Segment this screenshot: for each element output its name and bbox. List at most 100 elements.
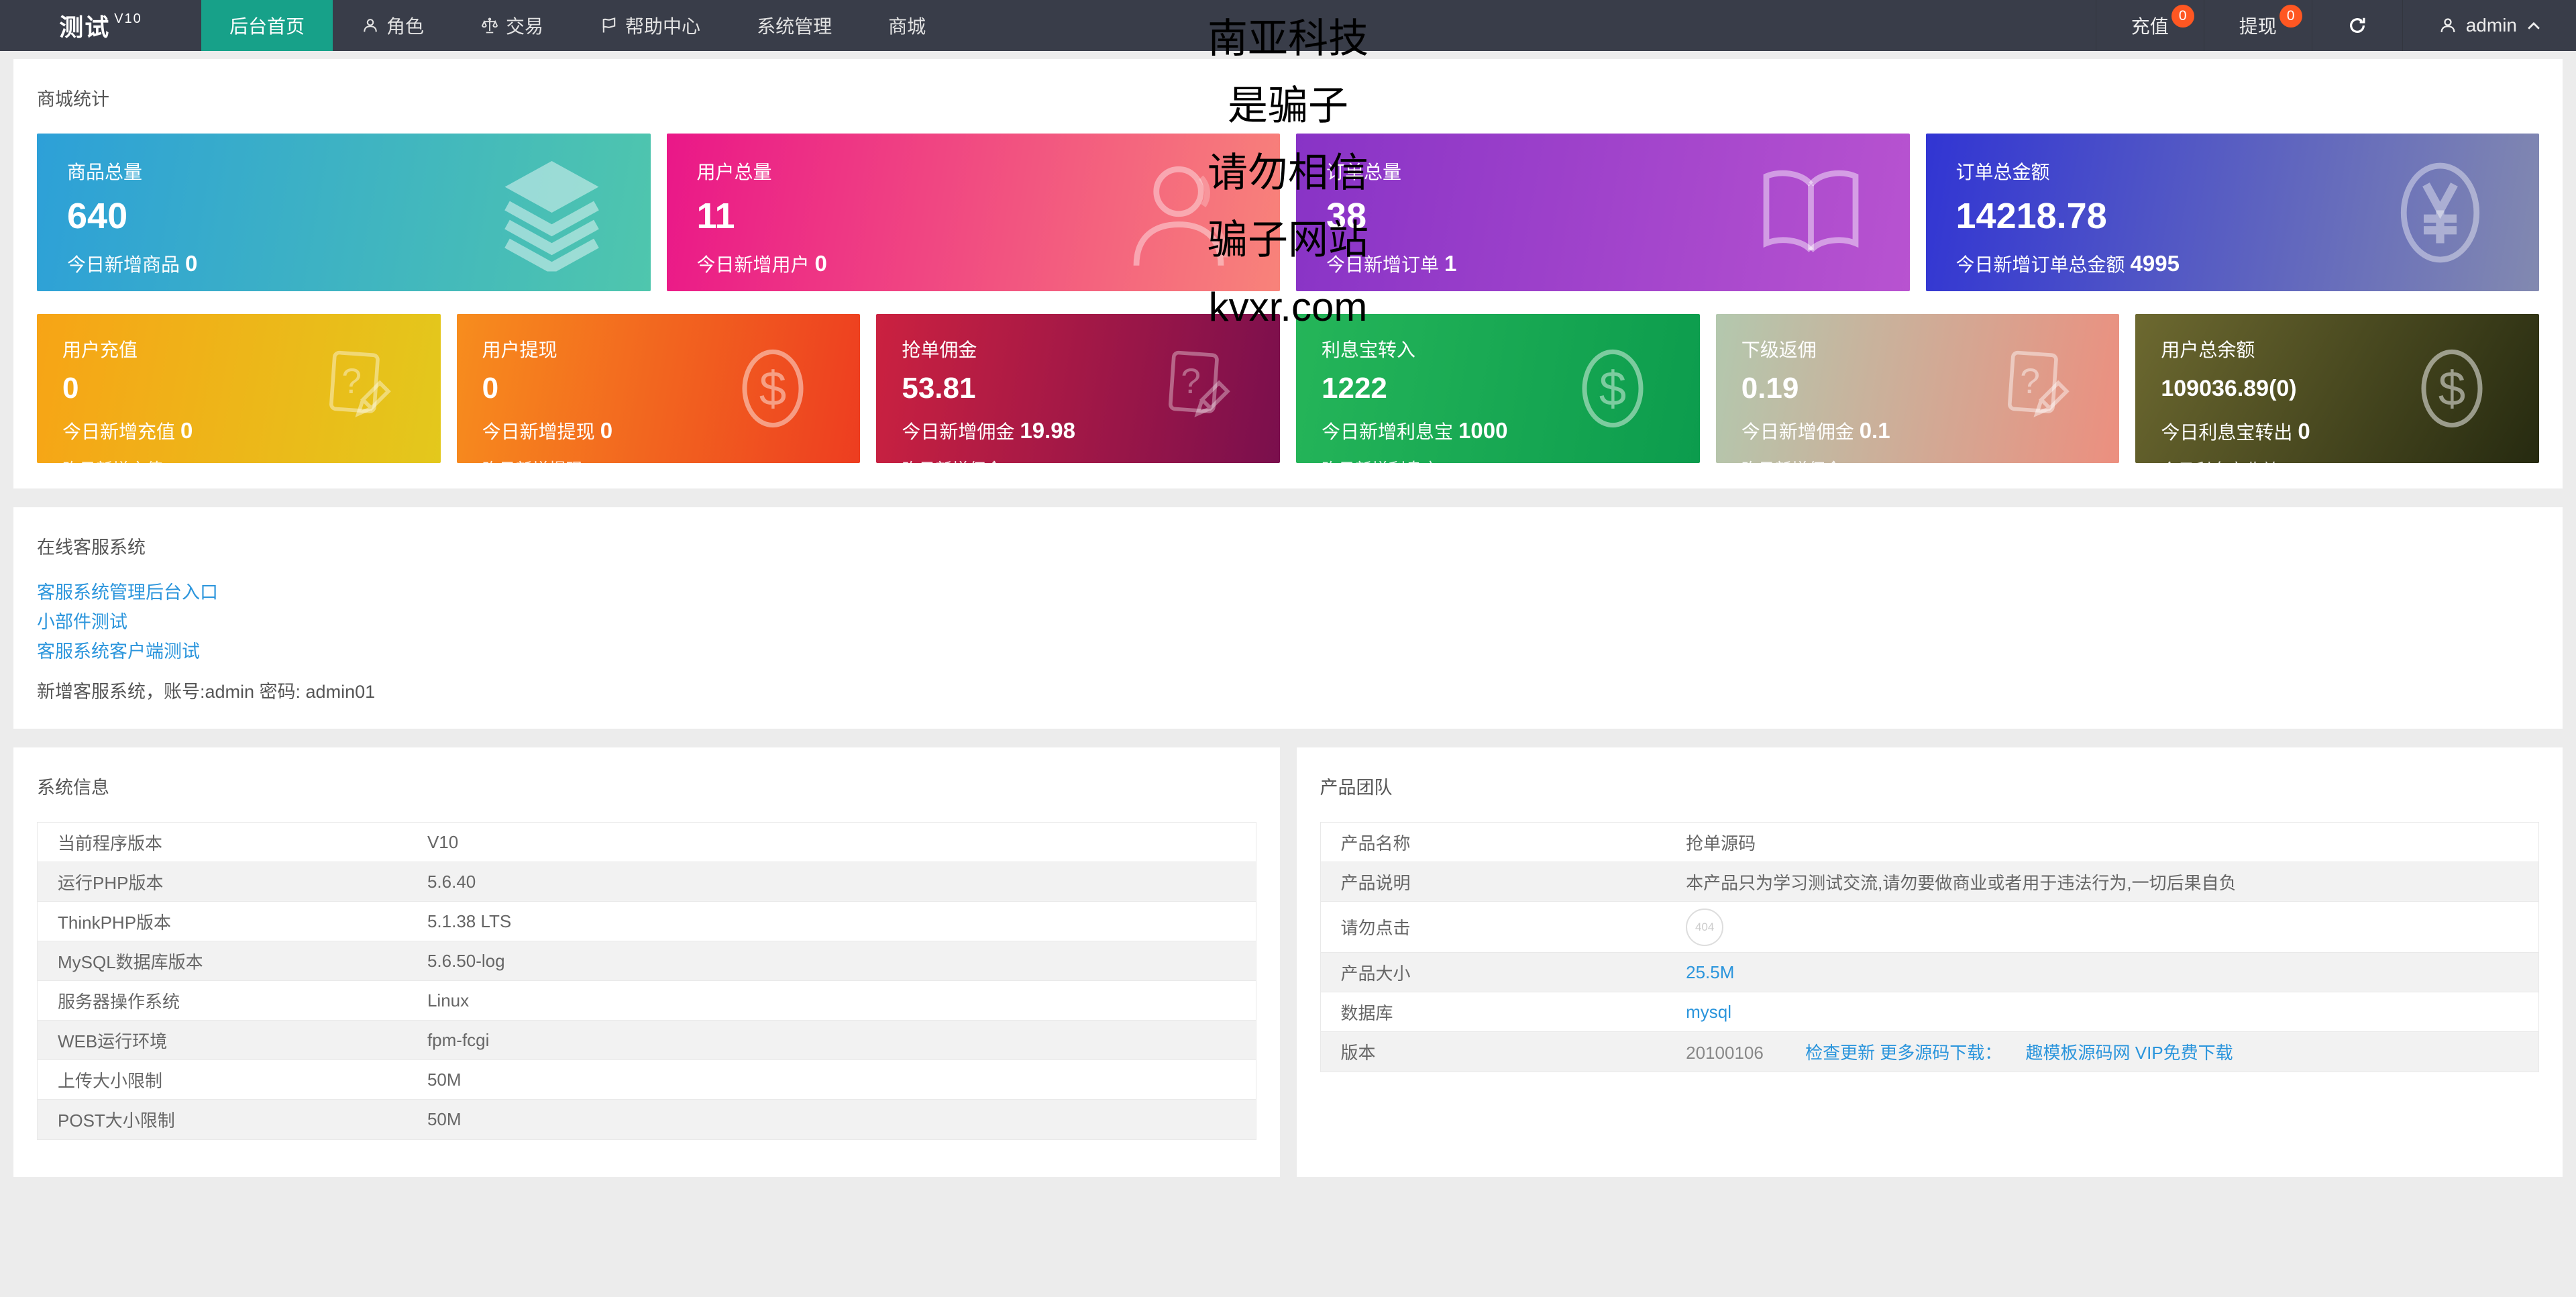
row-label: 版本 bbox=[1340, 1043, 1376, 1063]
stat-yesterday-line: 昨日新增提现 0 bbox=[482, 456, 835, 463]
stat-line-label: 昨日新增充值 bbox=[62, 460, 163, 463]
row-value: 404 bbox=[1686, 908, 2538, 946]
nav-item-roles[interactable]: 角色 bbox=[333, 0, 452, 51]
stat-line-value: 17.98 bbox=[1008, 460, 1050, 463]
person-icon bbox=[364, 19, 377, 32]
product-team-table: 产品名称 抢单源码 产品说明 本产品只为学习测试交流,请勿要做商业或者用于违法行… bbox=[1320, 822, 2539, 1072]
row-label: MySQL数据库版本 bbox=[58, 951, 203, 972]
svg-text:$: $ bbox=[1599, 362, 1625, 416]
top-navbar: 测试 V10 后台首页 角色 交易 帮助中心 系统管理 商城 充值 0 提现 0… bbox=[0, 0, 2576, 51]
dollar-icon: $ bbox=[2421, 349, 2483, 428]
withdraw-button[interactable]: 提现 0 bbox=[2203, 0, 2312, 51]
withdraw-label: 提现 bbox=[2239, 16, 2277, 37]
system-info-panel: 系统信息 当前程序版本 V10 运行PHP版本 5.6.40 ThinkPHP版本 5… bbox=[13, 747, 1280, 1177]
recharge-label: 充值 bbox=[2131, 16, 2169, 37]
stat-line-value: 1 bbox=[1444, 251, 1457, 276]
stats-row-2: 用户充值 0 今日新增充值0 昨日新增充值0 ? 用户提现 0 今日新增提现0 … bbox=[37, 314, 2540, 463]
mall-stats-panel: 商城统计 商品总量 640 今日新增商品0 昨日新增商品0 用户总量 11 今日… bbox=[13, 59, 2563, 488]
layers-icon bbox=[504, 160, 599, 271]
username: admin bbox=[2465, 15, 2517, 36]
user-menu[interactable]: admin bbox=[2402, 0, 2576, 51]
stat-line-label: 昨日新增佣金 bbox=[902, 460, 1002, 463]
stat-card-users-total: 用户总量 11 今日新增用户0 昨日新增用户0 bbox=[666, 134, 1280, 291]
table-row: WEB运行环境 fpm-fcgi bbox=[38, 1021, 1256, 1060]
table-row: 服务器操作系统 Linux bbox=[38, 981, 1256, 1021]
stat-line-label: 今日新增佣金 bbox=[902, 421, 1015, 442]
nav-item-help-center[interactable]: 帮助中心 bbox=[572, 0, 729, 51]
stat-card-orders-total: 订单总量 38 今日新增订单1 昨日新增订单2 bbox=[1296, 134, 1910, 291]
service-admin-entry-link[interactable]: 客服系统管理后台入口 bbox=[37, 578, 218, 607]
row-value: V10 bbox=[427, 831, 459, 852]
source-site-link[interactable]: 趣模板源码网 VIP免费下载 bbox=[2026, 1043, 2233, 1063]
refresh-icon bbox=[2349, 17, 2365, 33]
stat-line-value: 0 bbox=[588, 460, 598, 463]
system-info-table: 当前程序版本 V10 运行PHP版本 5.6.40 ThinkPHP版本 5.1.38… bbox=[37, 822, 1256, 1140]
stat-line-value: 1000 bbox=[1458, 418, 1508, 443]
table-row: ThinkPHP版本 5.1.38 LTS bbox=[38, 902, 1256, 941]
nav-item-dashboard[interactable]: 后台首页 bbox=[201, 0, 333, 51]
stat-line-value: 0 bbox=[2284, 461, 2293, 463]
row-value: 5.6.50-log bbox=[427, 950, 505, 971]
table-row: 请勿点击 404 bbox=[1320, 902, 2538, 953]
stat-line-label: 今日新增充值 bbox=[62, 421, 176, 442]
row-label: 服务器操作系统 bbox=[58, 991, 180, 1012]
broken-image-icon[interactable]: 404 bbox=[1686, 908, 1724, 946]
dollar-icon: $ bbox=[1582, 349, 1644, 428]
stat-yesterday-line: 昨日新增订单总金额4495 bbox=[1956, 289, 2510, 291]
product-size-link[interactable]: 25.5M bbox=[1686, 962, 2538, 983]
row-value: 50M bbox=[427, 1109, 462, 1129]
svg-text:$: $ bbox=[2438, 362, 2465, 416]
stat-card-order-commission: 抢单佣金 53.81 今日新增佣金19.98 昨日新增佣金17.98 ? bbox=[876, 314, 1281, 463]
nav-item-label: 商城 bbox=[888, 16, 926, 37]
nav-item-system-management[interactable]: 系统管理 bbox=[729, 0, 860, 51]
stat-line-value: 0 bbox=[600, 418, 613, 443]
database-link[interactable]: mysql bbox=[1686, 1002, 2538, 1023]
svg-text:?: ? bbox=[341, 362, 362, 401]
stat-card-user-recharge: 用户充值 0 今日新增充值0 昨日新增充值0 ? bbox=[37, 314, 441, 463]
row-value: 20100106 检查更新 更多源码下载： 趣模板源码网 VIP免费下载 bbox=[1686, 1039, 2538, 1064]
check-update-link[interactable]: 检查更新 更多源码下载： bbox=[1805, 1043, 2002, 1063]
app-logo-text: 测试 bbox=[59, 13, 111, 41]
stat-line-label: 昨日新增提现 bbox=[482, 460, 583, 463]
row-label: ThinkPHP版本 bbox=[58, 912, 172, 933]
doc-edit-icon: ? bbox=[2008, 350, 2070, 417]
doc-edit-icon: ? bbox=[329, 350, 391, 417]
stat-yesterday-line: 昨日新增商品0 bbox=[67, 289, 621, 291]
person-icon bbox=[2440, 18, 2455, 33]
service-client-test-link[interactable]: 客服系统客户端测试 bbox=[37, 637, 200, 666]
stat-line-value: 4995 bbox=[2130, 251, 2180, 276]
row-label: 运行PHP版本 bbox=[58, 872, 164, 893]
doc-edit-icon: ? bbox=[1169, 350, 1230, 417]
stat-card-user-withdraw: 用户提现 0 今日新增提现0 昨日新增提现0 $ bbox=[456, 314, 861, 463]
stat-yesterday-line: 昨日新增订单2 bbox=[1326, 289, 1880, 291]
table-row: 数据库 mysql bbox=[1320, 992, 2538, 1032]
user-icon bbox=[1133, 166, 1229, 266]
stat-line-value: 0 bbox=[814, 251, 827, 276]
stat-yesterday-line: 昨日新增充值 0 bbox=[62, 456, 415, 463]
nav-item-mall[interactable]: 商城 bbox=[860, 0, 954, 51]
row-value: fpm-fcgi bbox=[427, 1029, 490, 1050]
table-row: 产品名称 抢单源码 bbox=[1320, 823, 2538, 862]
caret-up-icon bbox=[2528, 21, 2540, 30]
refresh-button[interactable] bbox=[2311, 0, 2402, 51]
stat-card-order-amount-total: 订单总金额 14218.78 今日新增订单总金额4995 昨日新增订单总金额44… bbox=[1925, 134, 2539, 291]
row-value: 5.1.38 LTS bbox=[427, 911, 512, 931]
table-row: 产品大小 25.5M bbox=[1320, 953, 2538, 992]
row-label: POST大小限制 bbox=[58, 1110, 175, 1131]
stat-line-value: 0 bbox=[180, 418, 193, 443]
table-row: MySQL数据库版本 5.6.50-log bbox=[38, 941, 1256, 981]
row-label: 数据库 bbox=[1340, 1002, 1393, 1023]
service-credentials-note: 新增客服系统，账号:admin 密码: admin01 bbox=[37, 682, 376, 702]
row-value: Linux bbox=[427, 990, 470, 1010]
stat-card-referral-commission: 下级返佣 0.19 今日新增佣金0.1 昨日新增佣金0.09 ? bbox=[1715, 314, 2120, 463]
table-row: 版本 20100106 检查更新 更多源码下载： 趣模板源码网 VIP免费下载 bbox=[1320, 1032, 2538, 1072]
nav-item-label: 帮助中心 bbox=[625, 16, 701, 37]
book-icon bbox=[1763, 170, 1858, 252]
stat-card-interest-transfer-in: 利息宝转入 1222 今日新增利息宝1000 昨日新增利息宝0 $ bbox=[1296, 314, 1700, 463]
nav-item-trade[interactable]: 交易 bbox=[452, 0, 572, 51]
svg-text:$: $ bbox=[759, 362, 786, 416]
widget-test-link[interactable]: 小部件测试 bbox=[37, 607, 127, 637]
version-number: 20100106 bbox=[1686, 1043, 1764, 1063]
recharge-button[interactable]: 充值 0 bbox=[2095, 0, 2204, 51]
row-label: 请勿点击 bbox=[1340, 918, 1411, 938]
